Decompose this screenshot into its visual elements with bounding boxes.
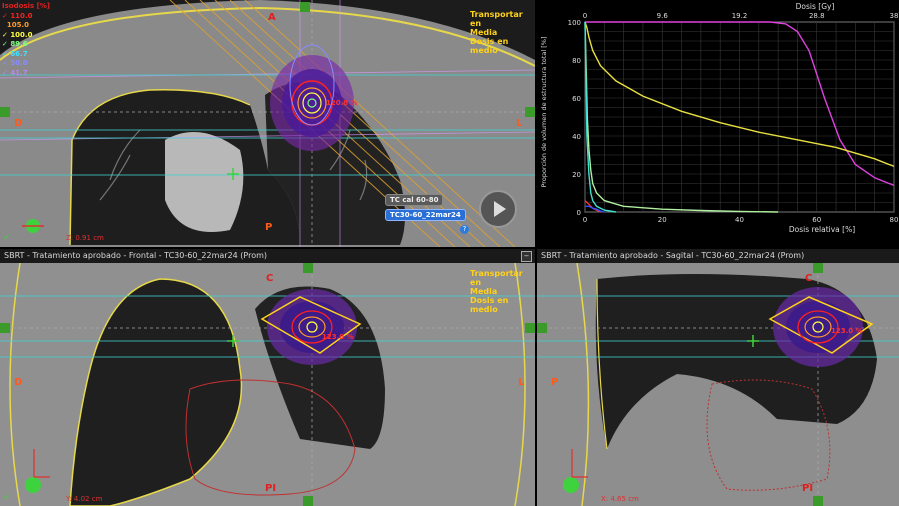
dvh-x-tick-label: 60 bbox=[812, 216, 821, 224]
dvh-top-tick-label: 9.6 bbox=[657, 12, 669, 20]
frontal-max-dose-label: 123.0 % bbox=[322, 333, 354, 341]
isodose-level-50[interactable]: ✓ 50.0 bbox=[2, 59, 50, 69]
dvh-x-tick-label: 20 bbox=[658, 216, 667, 224]
help-icon[interactable]: ? bbox=[460, 225, 469, 234]
sagital-orientation-top: C bbox=[805, 273, 813, 284]
dvh-grid bbox=[584, 21, 895, 213]
frontal-check-icon: ✓ bbox=[3, 493, 11, 503]
sagital-titlebar: SBRT - Tratamiento aprobado - Sagital - … bbox=[537, 249, 899, 263]
dvh-y-tick-label: 20 bbox=[572, 171, 581, 179]
dvh-y-axis-label: Proporción de volumen de estructura tota… bbox=[540, 36, 548, 187]
dvh-y-tick-label: 40 bbox=[572, 133, 581, 141]
frontal-orientation-left: D bbox=[14, 377, 23, 388]
dvh-x-tick-label: 0 bbox=[583, 216, 587, 224]
orientation-bottom: P bbox=[265, 222, 273, 233]
frontal-slice-position: Y: 4.02 cm bbox=[66, 495, 103, 503]
ct-calibration-tag[interactable]: TC cal 60-80 bbox=[385, 194, 444, 206]
dvh-y-tick-label: 100 bbox=[568, 19, 581, 27]
sagital-slice-position: X: 4.65 cm bbox=[601, 495, 639, 503]
frontal-orientation-top: C bbox=[266, 273, 274, 284]
isodose-level-110[interactable]: ✓ 110.0 bbox=[2, 12, 50, 22]
dvh-x-tick-label: 40 bbox=[735, 216, 744, 224]
sagital-orientation-bottom: PI bbox=[802, 483, 814, 494]
dvh-y-tick-label: 80 bbox=[572, 57, 581, 65]
dvh-x-tick-label: 80 bbox=[890, 216, 899, 224]
dvh-top-tick-label: 38 bbox=[890, 12, 899, 20]
dvh-y-tick-label: 0 bbox=[577, 209, 581, 217]
frontal-minimize-button[interactable]: − bbox=[521, 251, 532, 262]
frontal-titlebar: SBRT - Tratamiento aprobado - Frontal - … bbox=[0, 249, 535, 263]
isodose-level-105[interactable]: 105.0 bbox=[2, 21, 50, 31]
orientation-top: A bbox=[268, 12, 276, 23]
isodose-legend-title: Isodosis [%] bbox=[2, 2, 50, 10]
axial-view[interactable]: Isodosis [%] ✓ 110.0 105.0 ✓ 100.0 ✓ 89.… bbox=[0, 0, 535, 247]
frontal-view[interactable]: SBRT - Tratamiento aprobado - Frontal - … bbox=[0, 249, 535, 506]
dvh-top-tick-label: 19.2 bbox=[732, 12, 748, 20]
axial-check-icon: ✓ bbox=[3, 233, 11, 243]
orientation-left: D bbox=[14, 118, 23, 129]
frontal-ct-image bbox=[0, 249, 535, 506]
dvh-top-tick-label: 0 bbox=[583, 12, 587, 20]
plan-selector-tag[interactable]: TC30-60_22mar24 bbox=[385, 209, 466, 221]
orientation-right: L bbox=[516, 118, 523, 129]
dvh-x-axis-label: Dosis relativa [%] bbox=[789, 225, 855, 234]
dvh-chart[interactable]: 0 20 40 60 80 100 0 20 40 60 80 0 9.6 19.2 28.8 38 Dosi… bbox=[537, 0, 899, 247]
frontal-title: SBRT - Tratamiento aprobado - Frontal - … bbox=[4, 251, 268, 260]
frontal-orientation-bottom: PI bbox=[265, 483, 277, 494]
isodose-level-41[interactable]: ✓ 41.7 bbox=[2, 69, 50, 79]
isodose-level-89[interactable]: ✓ 89.6 bbox=[2, 40, 50, 50]
dvh-top-tick-label: 28.8 bbox=[809, 12, 825, 20]
sagital-orientation-left: P bbox=[551, 377, 559, 388]
isodose-level-66[interactable]: ✓ 66.7 bbox=[2, 50, 50, 60]
frontal-transport-info: Transportar en Media Dosis en medio bbox=[470, 269, 523, 314]
isodose-level-100[interactable]: ✓ 100.0 bbox=[2, 31, 50, 41]
sagital-title: SBRT - Tratamiento aprobado - Sagital - … bbox=[541, 251, 805, 260]
sagital-ct-image bbox=[537, 249, 899, 506]
isodose-legend: Isodosis [%] ✓ 110.0 105.0 ✓ 100.0 ✓ 89.… bbox=[2, 2, 50, 78]
frontal-orientation-right: L bbox=[518, 377, 525, 388]
play-button[interactable] bbox=[479, 190, 517, 228]
sagital-max-dose-label: 123.0 % bbox=[831, 327, 863, 335]
sagital-view[interactable]: SBRT - Tratamiento aprobado - Sagital - … bbox=[537, 249, 899, 506]
dvh-y-tick-label: 60 bbox=[572, 95, 581, 103]
slice-position: Z: 0.91 cm bbox=[66, 234, 104, 242]
dvh-chart-svg: 0204060801000 20 40 60 800 9.6 19.2 28.8 38 Dosi… bbox=[540, 2, 899, 234]
transport-info: Transportar en Media Dosis en medio bbox=[470, 10, 523, 55]
dvh-top-axis-label: Dosis [Gy] bbox=[796, 2, 835, 11]
max-dose-label: 120.8 % bbox=[326, 99, 358, 107]
